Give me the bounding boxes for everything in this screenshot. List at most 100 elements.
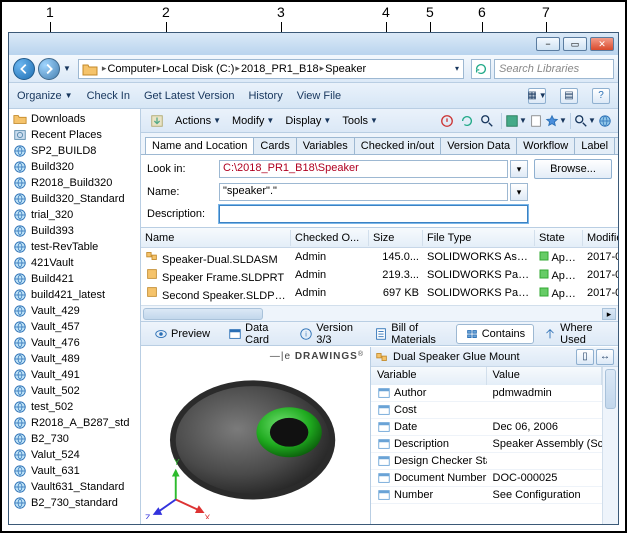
search-tab[interactable]: Cards [253, 137, 296, 154]
organize-menu[interactable]: Organize ▼ [17, 90, 73, 102]
display-menu[interactable]: Display ▼ [280, 113, 336, 129]
contains-tool-2[interactable]: ↔ [596, 349, 614, 365]
col-size[interactable]: Size [369, 230, 423, 246]
sidebar-item[interactable]: test-RevTable [9, 239, 140, 255]
property-row[interactable]: Design Checker Status [371, 453, 602, 470]
view-options-button[interactable]: ▦▼ [528, 88, 546, 104]
sidebar-item[interactable]: Valut_524 [9, 447, 140, 463]
search-tab[interactable]: Version Data [440, 137, 517, 154]
contains-tool-1[interactable]: ▯ [576, 349, 594, 365]
breadcrumb[interactable]: ▸ Computer▸ Local Disk (C:)▸ 2018_PR1_B1… [78, 59, 464, 79]
sidebar-item[interactable]: Recent Places [9, 127, 140, 143]
globe-icon-button[interactable] [596, 112, 614, 130]
file-list-hscroll[interactable]: ▸ [141, 305, 618, 321]
crumb-folder1[interactable]: 2018_PR1_B18 [241, 63, 319, 75]
maximize-button[interactable]: ▭ [563, 37, 587, 51]
nav-back-button[interactable] [13, 58, 35, 80]
crumb-computer[interactable]: Computer [107, 63, 155, 75]
search-tab[interactable]: Checked in/out [354, 137, 441, 154]
sidebar-item[interactable]: test_502 [9, 399, 140, 415]
crumb-folder2[interactable]: Speaker [325, 63, 366, 75]
property-row[interactable]: DateDec 06, 2006 [371, 419, 602, 436]
tab-datacard[interactable]: Data Card [219, 319, 290, 349]
refresh-button[interactable] [471, 59, 491, 79]
sidebar-item[interactable]: Build421 [9, 271, 140, 287]
file-row[interactable]: Speaker Frame.SLDPRTAdmin219.3...SOLIDWO… [141, 266, 618, 284]
nav-history-dropdown[interactable]: ▼ [63, 64, 71, 73]
checkin-icon-button[interactable] [438, 112, 456, 130]
get-button[interactable] [145, 112, 169, 130]
search-tab[interactable]: Variables [296, 137, 355, 154]
modify-menu[interactable]: Modify ▼ [227, 113, 279, 129]
preview-pane-button[interactable]: ▤ [560, 88, 578, 104]
nav-forward-button[interactable] [38, 58, 60, 80]
file-list-header[interactable]: Name Checked O... Size File Type State M… [141, 228, 618, 248]
search-tab[interactable]: Name and Location [145, 137, 254, 155]
name-dropdown[interactable]: ▾ [510, 183, 528, 201]
sidebar-item[interactable]: Vault_489 [9, 351, 140, 367]
property-row[interactable]: NumberSee Configuration [371, 487, 602, 504]
sidebar-item[interactable]: trial_320 [9, 207, 140, 223]
sidebar-item[interactable]: Build393 [9, 223, 140, 239]
props-columns[interactable]: Variable Value [371, 367, 602, 385]
tab-preview[interactable]: Preview [145, 324, 219, 344]
property-row[interactable]: Cost [371, 402, 602, 419]
sidebar-item[interactable]: Vault_429 [9, 303, 140, 319]
checkin-menu[interactable]: Check In [87, 90, 130, 102]
sidebar-item[interactable]: Vault631_Standard [9, 479, 140, 495]
file-row[interactable]: Second Speaker.SLDPRTAdmin697 KBSOLIDWOR… [141, 284, 618, 302]
sidebar-item[interactable]: 421Vault [9, 255, 140, 271]
property-row[interactable]: DescriptionSpeaker Assembly (Sc [371, 436, 602, 453]
tab-whereused[interactable]: Where Used [534, 319, 614, 349]
sidebar-item[interactable]: B2_730_standard [9, 495, 140, 511]
sidebar-item[interactable]: build421_latest [9, 287, 140, 303]
sidebar-item[interactable]: Build320 [9, 159, 140, 175]
lookin-dropdown[interactable]: ▾ [510, 160, 528, 178]
close-button[interactable]: ✕ [590, 37, 614, 51]
crumb-disk[interactable]: Local Disk (C:) [162, 63, 234, 75]
zoom-icon-button[interactable]: ▼ [576, 112, 594, 130]
browse-button[interactable]: Browse... [534, 159, 612, 179]
tab-bom[interactable]: Bill of Materials [365, 319, 455, 349]
actions-menu[interactable]: Actions ▼ [170, 113, 226, 129]
save-icon-button[interactable]: ▼ [507, 112, 525, 130]
col-variable[interactable]: Variable [371, 367, 487, 385]
sidebar-item[interactable]: Vault_476 [9, 335, 140, 351]
tools-menu[interactable]: Tools ▼ [337, 113, 383, 129]
minimize-button[interactable]: − [536, 37, 560, 51]
history-menu[interactable]: History [248, 90, 282, 102]
sidebar-item[interactable]: R2018_Build320 [9, 175, 140, 191]
sidebar-item[interactable]: Vault_502 [9, 383, 140, 399]
col-filetype[interactable]: File Type [423, 230, 535, 246]
tab-contains[interactable]: Contains [456, 324, 534, 344]
col-state[interactable]: State [535, 230, 583, 246]
checkout-icon-button[interactable] [458, 112, 476, 130]
search-tab[interactable]: History [614, 137, 618, 154]
file-row[interactable]: Speaker-Dual.SLDASMAdmin145.0...SOLIDWOR… [141, 248, 618, 266]
property-row[interactable]: Document NumberDOC-000025 [371, 470, 602, 487]
sidebar-item[interactable]: B2_730 [9, 431, 140, 447]
lookin-field[interactable]: C:\2018_PR1_B18\Speaker [219, 160, 508, 178]
search-input[interactable]: Search Libraries [494, 59, 614, 79]
property-row[interactable]: Authorpdmwadmin [371, 385, 602, 402]
col-checkedout[interactable]: Checked O... [291, 230, 369, 246]
sidebar-item[interactable]: SP2_BUILD8 [9, 143, 140, 159]
help-button[interactable]: ? [592, 88, 610, 104]
props-vscroll[interactable] [602, 367, 618, 524]
document-icon-button[interactable] [527, 112, 545, 130]
search-tab[interactable]: Label [574, 137, 615, 154]
model-preview[interactable]: Y X Z [145, 365, 366, 519]
sidebar-item[interactable]: Vault_457 [9, 319, 140, 335]
name-field[interactable]: "speaker"." [219, 183, 508, 201]
sidebar-item[interactable]: Vault_631 [9, 463, 140, 479]
getlatest-menu[interactable]: Get Latest Version [144, 90, 235, 102]
sidebar-item[interactable]: R2018_A_B287_std [9, 415, 140, 431]
favorite-icon-button[interactable]: ▼ [547, 112, 565, 130]
sidebar-item[interactable]: Downloads [9, 111, 140, 127]
col-name[interactable]: Name [141, 230, 291, 246]
sidebar-item[interactable]: Vault_491 [9, 367, 140, 383]
search-icon-button[interactable] [478, 112, 496, 130]
description-field[interactable] [219, 205, 528, 223]
nav-tree[interactable]: DownloadsRecent PlacesSP2_BUILD8Build320… [9, 109, 141, 524]
search-tab[interactable]: Workflow [516, 137, 575, 154]
